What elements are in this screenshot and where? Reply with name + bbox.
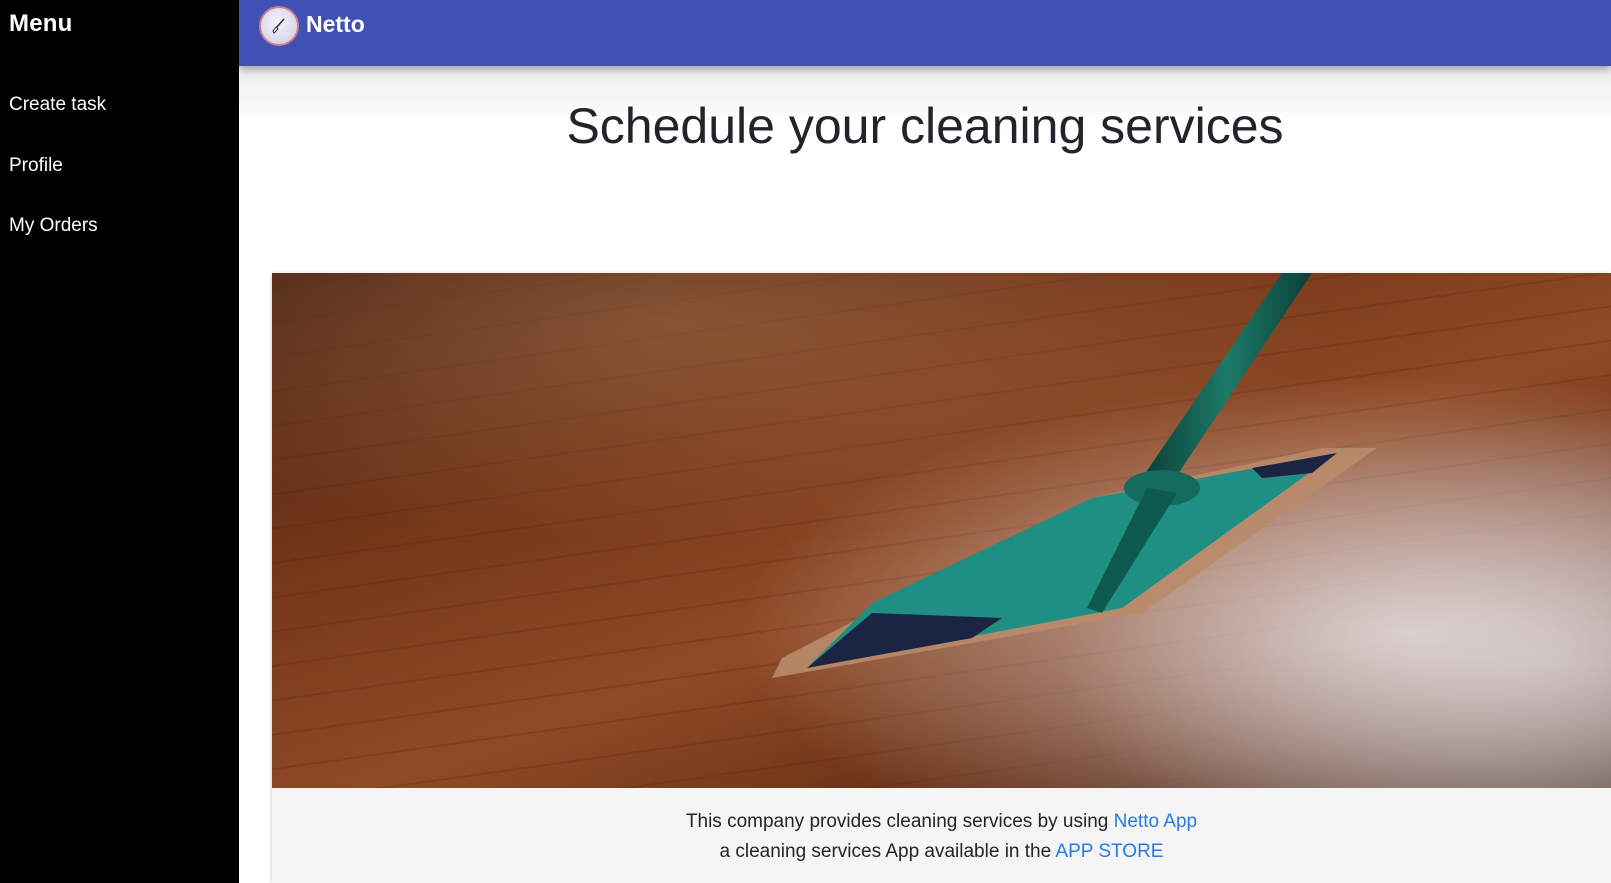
hero-caption: This company provides cleaning services …: [272, 807, 1611, 867]
brand-name[interactable]: Netto: [306, 11, 365, 38]
app-store-link[interactable]: APP STORE: [1055, 841, 1163, 862]
top-app-bar: Netto: [239, 0, 1611, 66]
caption-text-2: a cleaning services App available in the: [719, 841, 1056, 862]
caption-text-1: This company provides cleaning services …: [685, 811, 1114, 832]
caption-line-1: This company provides cleaning services …: [272, 807, 1611, 837]
sidebar-title: Menu: [9, 10, 73, 37]
caption-line-2: a cleaning services App available in the…: [272, 837, 1611, 867]
sidebar-item-profile[interactable]: Profile: [9, 155, 63, 177]
main-content: Schedule your cleaning services This com…: [239, 66, 1611, 883]
mop-illustration: [272, 273, 1611, 788]
sidebar-item-my-orders[interactable]: My Orders: [9, 215, 98, 237]
page-title: Schedule your cleaning services: [566, 98, 1284, 154]
hero-image: [272, 273, 1611, 788]
sidebar-item-create-task[interactable]: Create task: [9, 94, 106, 116]
broom-logo-icon[interactable]: [259, 6, 299, 46]
sidebar: Menu Create task Profile My Orders: [0, 0, 239, 883]
netto-app-link[interactable]: Netto App: [1114, 811, 1197, 832]
hero-card: This company provides cleaning services …: [272, 273, 1611, 883]
